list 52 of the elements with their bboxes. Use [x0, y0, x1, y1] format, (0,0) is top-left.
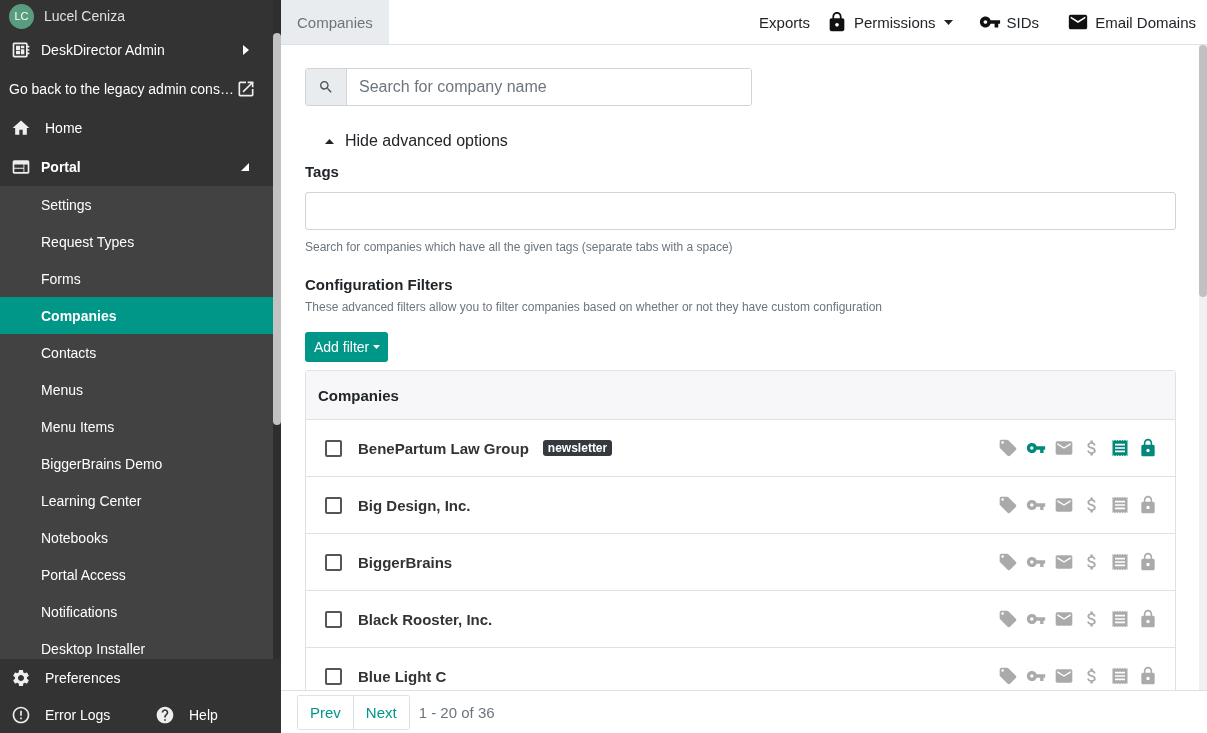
scrollbar-thumb[interactable] — [1199, 45, 1207, 297]
toolbar-button[interactable]: SIDs — [978, 11, 1040, 33]
tag-badge: newsletter — [542, 440, 613, 456]
section-description: These advanced filters allow you to filter companies based on whether or not they have custom configuration — [305, 300, 883, 314]
checkbox[interactable] — [325, 553, 342, 571]
advanced-options-toggle[interactable]: Hide advanced options — [305, 131, 508, 151]
checkbox[interactable] — [325, 496, 342, 514]
company-name[interactable]: Blue Light C — [358, 667, 447, 685]
company-name[interactable]: Big Design, Inc. — [358, 496, 471, 514]
toolbar-button[interactable]: Exports — [759, 13, 810, 31]
nav-item[interactable]: Desktop Installer — [0, 630, 273, 659]
nav-item[interactable]: Notifications — [0, 593, 273, 630]
field-label: Tags — [305, 162, 340, 182]
nav-item[interactable]: Notebooks — [0, 519, 273, 556]
search-field[interactable]: Search for company name — [305, 68, 752, 106]
toolbar-button[interactable]: Permissions — [825, 11, 953, 33]
nav-item[interactable]: DeskDirector Admin — [0, 30, 273, 69]
nav-item[interactable]: Settings — [0, 186, 273, 223]
nav-item[interactable]: Companies — [0, 297, 273, 334]
section-title: Configuration Filters — [305, 275, 454, 295]
tab[interactable]: Companies — [281, 0, 389, 44]
checkbox[interactable] — [325, 667, 342, 685]
next-button[interactable]: Next — [352, 695, 409, 729]
nav-item[interactable]: Contacts — [0, 334, 273, 371]
toolbar-button[interactable]: Email Domains — [1067, 11, 1196, 33]
nav-item[interactable]: Portal Access — [0, 556, 273, 593]
nav-item[interactable]: Menu Items — [0, 408, 273, 445]
page-range: 1 - 20 of 36 — [418, 703, 495, 721]
nav-item[interactable]: Home — [0, 108, 273, 147]
card-header: Companies — [306, 371, 1175, 420]
nav-item[interactable]: Menus — [0, 371, 273, 408]
help-text: Search for companies which have all the given tags (separate tabs with a space) — [305, 240, 734, 254]
nav-item[interactable]: Error Logs — [0, 696, 144, 733]
nav-item[interactable]: Preferences — [0, 659, 281, 696]
company-name[interactable]: BenePartum Law Group — [358, 439, 529, 457]
nav-item[interactable]: BiggerBrains Demo — [0, 445, 273, 482]
nav-item[interactable]: Go back to the legacy admin cons… — [0, 69, 273, 108]
checkbox[interactable] — [325, 610, 342, 628]
company-name[interactable]: Black Rooster, Inc. — [358, 610, 493, 628]
tags-field[interactable] — [305, 192, 1176, 230]
search-icon — [318, 79, 334, 95]
nav-item[interactable]: Portal — [0, 147, 273, 186]
user-name: Lucel Ceniza — [44, 7, 125, 25]
nav-item[interactable]: Learning Center — [0, 482, 273, 519]
add-filter-button[interactable]: Add filter — [305, 332, 389, 362]
avatar: LC — [9, 3, 34, 29]
company-name[interactable]: BiggerBrains — [358, 553, 453, 571]
nav-item[interactable]: Forms — [0, 260, 273, 297]
scrollbar-thumb[interactable] — [273, 33, 281, 425]
nav-item[interactable]: Request Types — [0, 223, 273, 260]
checkbox[interactable] — [325, 439, 342, 457]
nav-item[interactable]: Help — [144, 696, 281, 733]
